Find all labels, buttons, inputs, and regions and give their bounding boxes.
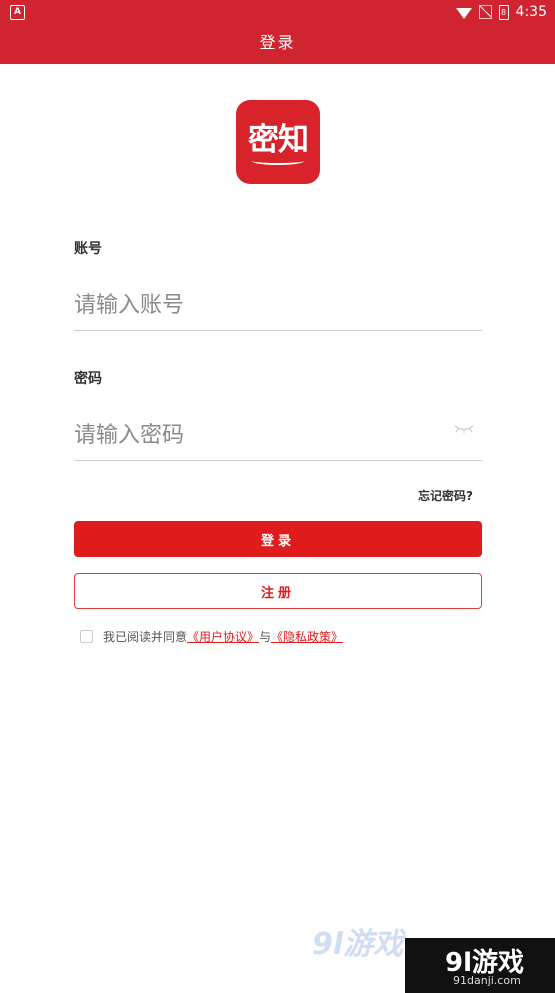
agreement-row: 我已阅读并同意 《用户协议》 与 《隐私政策》 <box>80 628 343 644</box>
account-field-wrap <box>74 280 482 331</box>
page-title: 登录 <box>0 24 555 64</box>
login-button[interactable]: 登录 <box>74 521 482 557</box>
agreement-joiner: 与 <box>259 629 272 644</box>
agreement-prefix: 我已阅读并同意 <box>103 629 188 644</box>
register-button[interactable]: 注册 <box>74 573 482 609</box>
forgot-password-link[interactable]: 忘记密码? <box>418 487 473 504</box>
account-input[interactable] <box>74 280 434 330</box>
eye-closed-icon[interactable] <box>454 424 474 434</box>
watermark-url: 91danji.com <box>453 974 521 987</box>
account-label: 账号 <box>74 241 102 257</box>
password-label: 密码 <box>74 371 102 387</box>
no-signal-icon <box>478 5 492 19</box>
wifi-icon <box>455 8 472 19</box>
watermark-badge: 9l游戏 91danji.com <box>405 938 555 993</box>
password-input[interactable] <box>74 410 434 460</box>
book-icon <box>252 157 304 165</box>
agree-checkbox[interactable] <box>80 629 93 643</box>
watermark-faded: 9l游戏 <box>312 927 404 962</box>
status-bar: A 8 4:35 <box>0 0 555 24</box>
battery-icon: 8 <box>498 4 509 20</box>
app-logo: 密知 <box>236 100 320 184</box>
privacy-policy-link[interactable]: 《隐私政策》 <box>271 628 343 645</box>
notification-icon: A <box>10 5 25 20</box>
status-time: 4:35 <box>515 4 547 20</box>
logo-text: 密知 <box>248 121 309 158</box>
password-field-wrap <box>74 410 482 461</box>
user-agreement-link[interactable]: 《用户协议》 <box>187 628 259 645</box>
